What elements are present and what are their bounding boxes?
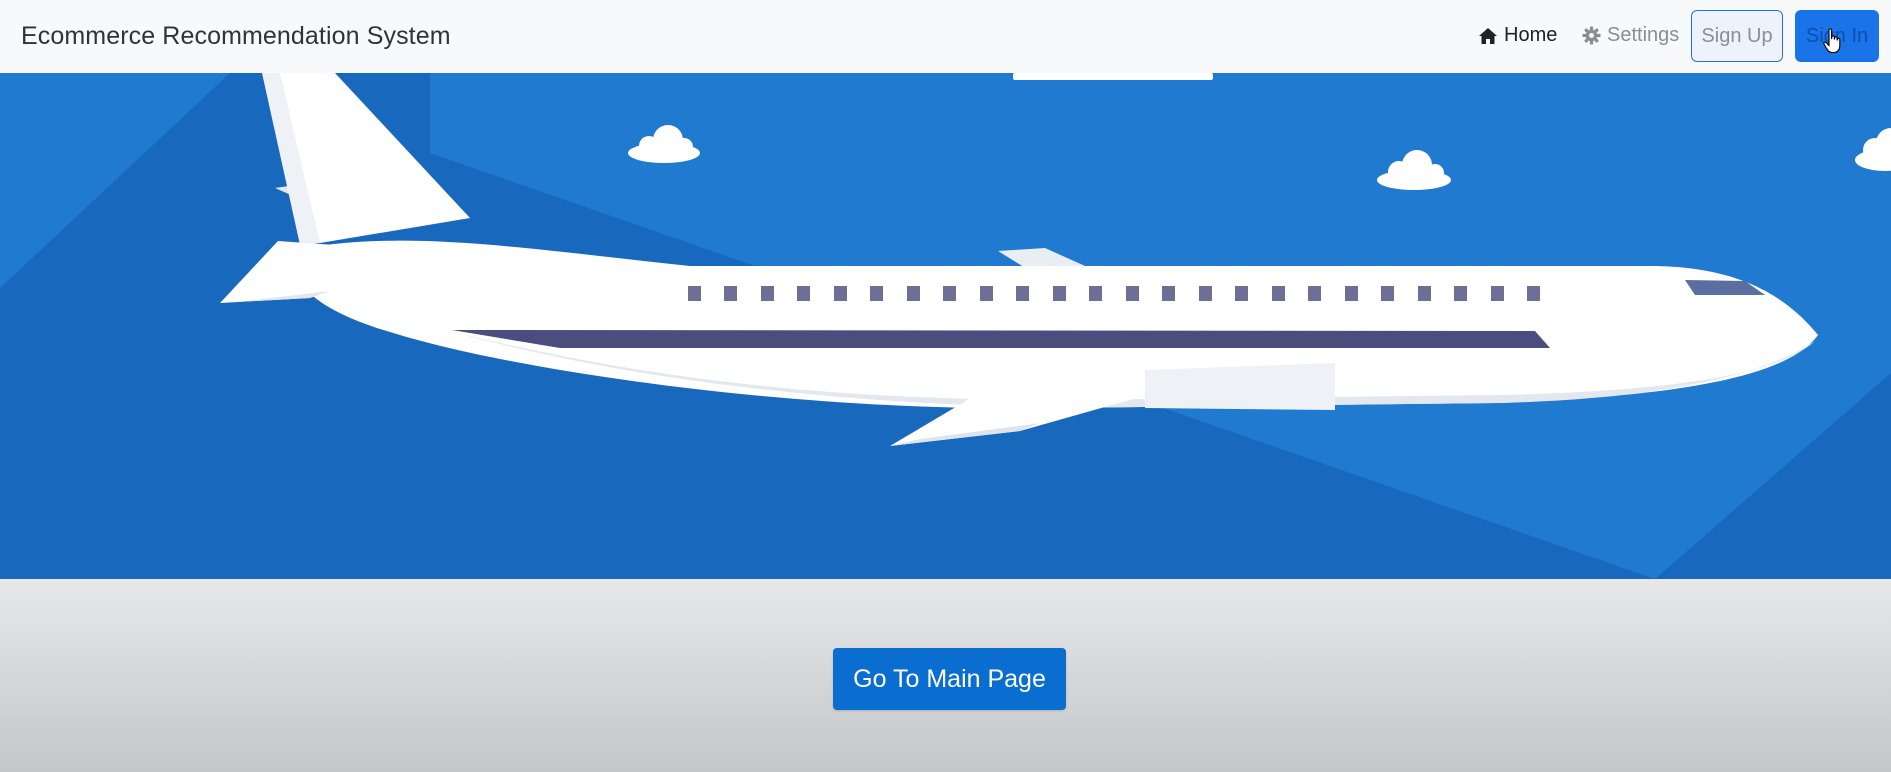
nav-settings-link[interactable]: Settings: [1582, 24, 1679, 47]
nav-home-link[interactable]: Home: [1478, 24, 1557, 47]
nav-settings-label: Settings: [1607, 24, 1680, 46]
nav-home-label: Home: [1504, 24, 1558, 46]
airplane-illustration: [0, 73, 1891, 579]
brand-title[interactable]: Ecommerce Recommendation System: [21, 22, 451, 51]
hand-cursor-icon: [1823, 28, 1841, 54]
hero-banner: [0, 73, 1891, 579]
navbar: Ecommerce Recommendation System Home Set…: [0, 0, 1891, 73]
sign-up-button[interactable]: Sign Up: [1691, 10, 1783, 62]
gear-icon: [1582, 26, 1601, 45]
home-icon: [1479, 27, 1497, 44]
go-to-main-page-button[interactable]: Go To Main Page: [833, 648, 1066, 710]
